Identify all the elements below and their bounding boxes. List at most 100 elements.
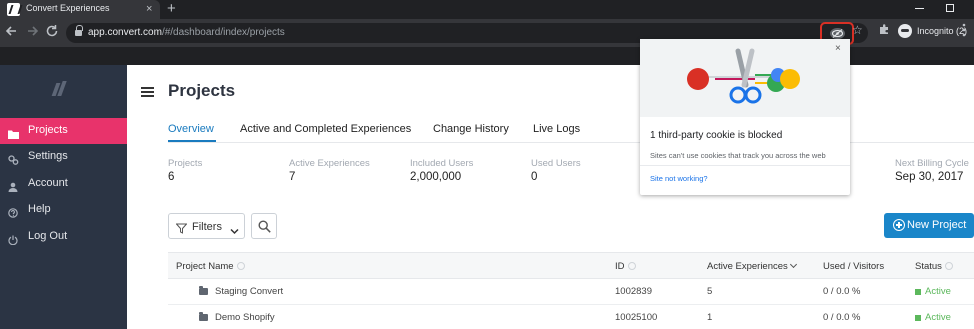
filters-label: Filters [192, 221, 222, 233]
table-row[interactable]: Staging Convert 1002839 5 0 / 0.0 % Acti… [168, 279, 974, 305]
sidebar-item-account[interactable]: Account [0, 171, 127, 197]
column-header-status[interactable]: Status [915, 261, 953, 272]
tab-close-icon[interactable]: × [146, 2, 152, 16]
stat-next-billing-label: Next Billing Cycle [895, 158, 969, 169]
sidebar-item-label: Projects [28, 124, 68, 136]
sidebar-item-label: Settings [28, 150, 68, 162]
site-not-working-link[interactable]: Site not working? [650, 174, 708, 183]
hamburger-menu-icon[interactable] [141, 87, 154, 97]
search-button[interactable] [251, 213, 277, 239]
chevron-down-icon [230, 222, 239, 240]
tab-active-completed-experiences[interactable]: Active and Completed Experiences [240, 123, 411, 135]
sidebar-item-label: Log Out [28, 230, 68, 242]
menu-dots-icon[interactable] [962, 23, 968, 37]
new-project-button[interactable]: New Project [884, 213, 974, 238]
new-tab-button[interactable]: + [167, 0, 176, 18]
url-host: app.convert.com [88, 27, 162, 38]
column-header-label: Status [915, 261, 942, 272]
project-id: 1002839 [615, 286, 652, 297]
sort-icon [236, 262, 245, 270]
sidebar-item-logout[interactable]: Log Out [0, 224, 127, 250]
column-header-label: Used / Visitors [823, 261, 885, 272]
stat-next-billing-value: Sep 30, 2017 [895, 171, 964, 183]
browser-tab-strip: Convert Experiences × + [0, 0, 974, 19]
tab-live-logs[interactable]: Live Logs [533, 123, 580, 135]
column-header-active-experiences[interactable]: Active Experiences [707, 260, 797, 272]
cookie-blocked-popup: × 1 third-party cookie is blocked Sites … [640, 39, 850, 195]
table-row[interactable]: Demo Shopify 10025100 1 0 / 0.0 % Active [168, 305, 974, 329]
extensions-puzzle-icon[interactable] [879, 24, 890, 38]
star-icon[interactable]: ☆ [852, 23, 863, 37]
search-icon [258, 220, 271, 233]
project-name[interactable]: Staging Convert [215, 286, 283, 297]
stat-used-users-label: Used Users [531, 158, 581, 169]
projects-icon [8, 126, 19, 139]
column-header-id[interactable]: ID [615, 261, 636, 272]
page-title: Projects [168, 81, 236, 100]
maximize-window-icon[interactable] [946, 4, 954, 12]
popup-description: Sites can't use cookies that track you a… [650, 151, 826, 160]
url-text[interactable]: app.convert.com/#/dashboard/index/projec… [88, 27, 285, 38]
logout-icon [8, 232, 18, 246]
convert-logo-icon[interactable] [52, 81, 68, 97]
sort-icon [944, 262, 953, 270]
column-header-project-name[interactable]: Project Name [176, 261, 245, 272]
column-header-label: Project Name [176, 261, 234, 272]
incognito-label[interactable]: Incognito (2) [917, 26, 967, 36]
incognito-icon[interactable] [898, 24, 912, 38]
popup-divider [640, 165, 850, 166]
sort-descending-icon [789, 260, 797, 269]
new-project-label: New Project [907, 219, 967, 231]
browser-tab[interactable]: Convert Experiences × [0, 0, 160, 19]
reload-icon[interactable] [44, 24, 60, 40]
folder-icon [199, 286, 208, 295]
stat-included-users-value: 2,000,000 [410, 171, 462, 183]
status-indicator [915, 315, 921, 321]
cookie-blocked-eye-icon [830, 28, 845, 39]
project-id: 10025100 [615, 312, 658, 323]
help-icon [8, 205, 18, 218]
plus-circle-icon [893, 219, 905, 231]
settings-icon [8, 152, 19, 165]
active-experiences-count: 1 [707, 312, 713, 323]
popup-title: 1 third-party cookie is blocked [650, 130, 783, 141]
minimize-window-icon[interactable] [915, 2, 925, 12]
sort-icon [627, 262, 636, 270]
tabs-divider [168, 142, 974, 143]
close-icon[interactable]: × [835, 43, 841, 54]
status-indicator [915, 289, 921, 295]
tab-overview[interactable]: Overview [168, 123, 214, 135]
forward-arrow-icon[interactable] [25, 24, 41, 40]
lock-icon[interactable] [75, 25, 83, 37]
cookie-scissors-illustration [640, 39, 850, 117]
stat-active-experiences-label: Active Experiences [289, 158, 370, 169]
used-visitors: 0 / 0.0 % [823, 312, 861, 323]
column-header-label: Active Experiences [707, 261, 788, 272]
sidebar-item-label: Help [28, 203, 51, 215]
url-path: /#/dashboard/index/projects [161, 27, 285, 38]
table-header: Project Name ID Active Experiences Used … [168, 252, 974, 279]
column-header-used-visitors: Used / Visitors [823, 261, 884, 272]
status-badge: Active [925, 286, 951, 297]
stat-projects-label: Projects [168, 158, 203, 169]
stat-projects-value: 6 [168, 171, 175, 183]
filters-dropdown[interactable]: Filters [168, 213, 245, 239]
sidebar-item-help[interactable]: Help [0, 197, 127, 223]
sidebar-item-label: Account [28, 177, 68, 189]
tab-change-history[interactable]: Change History [433, 123, 509, 135]
back-arrow-icon[interactable] [3, 24, 19, 40]
sidebar-item-projects[interactable]: Projects [0, 118, 127, 144]
stat-included-users-label: Included Users [410, 158, 474, 169]
used-visitors: 0 / 0.0 % [823, 286, 861, 297]
column-header-label: ID [615, 261, 625, 272]
folder-icon [199, 312, 208, 321]
stat-used-users-value: 0 [531, 171, 538, 183]
stat-active-experiences-value: 7 [289, 171, 296, 183]
account-icon [8, 179, 18, 192]
convert-favicon-icon [7, 3, 20, 16]
status-badge: Active [925, 312, 951, 323]
project-name[interactable]: Demo Shopify [215, 312, 275, 323]
active-experiences-count: 5 [707, 286, 713, 297]
tab-title: Convert Experiences [26, 3, 110, 13]
sidebar-item-settings[interactable]: Settings [0, 144, 127, 170]
